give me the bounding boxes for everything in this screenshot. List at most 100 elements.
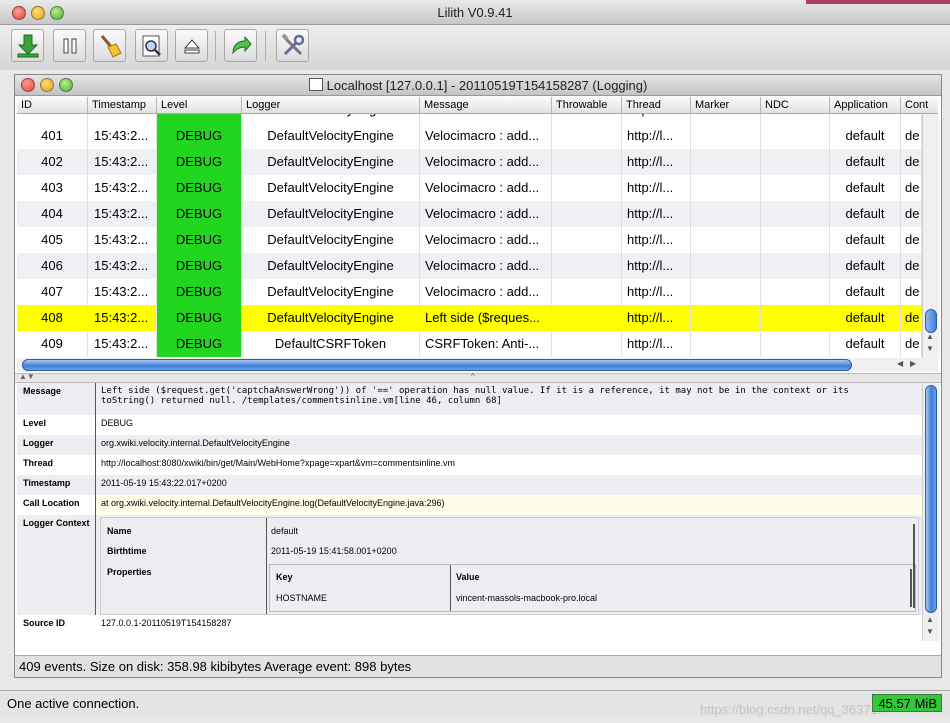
column-header-thread[interactable]: Thread	[622, 97, 691, 113]
window-title: Lilith V0.9.41	[437, 5, 513, 20]
cell-timestamp: 15:43:2...	[88, 253, 157, 279]
column-header-application[interactable]: Application	[830, 97, 901, 113]
find-button[interactable]	[135, 29, 168, 62]
table-row[interactable]: 401 15:43:2... DEBUG DefaultVelocityEngine V…	[17, 123, 922, 149]
scroll-up-arrow-icon[interactable]: ▲	[926, 615, 934, 624]
find-icon	[142, 35, 161, 56]
table-horizontal-scroll-thumb[interactable]	[22, 359, 852, 371]
cell-message: Velocimacro : add...	[420, 123, 552, 149]
context-label-birthtime: Birthtime	[107, 546, 147, 556]
cell-context: de	[901, 114, 922, 123]
properties-scrollbar[interactable]	[910, 569, 912, 607]
preferences-button[interactable]	[276, 29, 309, 62]
detail-label-source-id: Source ID	[23, 618, 66, 628]
pane-splitter[interactable]: ▲▼ ^	[15, 372, 941, 383]
table-row[interactable]: 403 15:43:2... DEBUG DefaultVelocityEngine V…	[17, 175, 922, 201]
reload-button[interactable]	[224, 29, 257, 62]
background-window-edge	[806, 0, 950, 4]
context-scrollbar[interactable]	[913, 524, 915, 608]
cell-message: CSRFToken: Anti-...	[420, 331, 552, 357]
pause-button[interactable]	[53, 29, 86, 62]
logging-window-title: Localhost [127.0.0.1] - 20110519T1541582…	[15, 78, 941, 93]
cell-context: de	[901, 279, 922, 305]
column-header-ndc[interactable]: NDC	[761, 97, 830, 113]
detail-label-timestamp: Timestamp	[17, 475, 96, 495]
cell-logger: DefaultCSRFToken	[242, 331, 420, 357]
properties-table: Key Value HOSTNAME vincent-massols-macbo…	[269, 564, 916, 612]
cell-thread: http://l...	[622, 114, 691, 123]
cell-marker	[691, 227, 761, 253]
cell-ndc	[761, 227, 830, 253]
clear-button[interactable]	[93, 29, 126, 62]
splitter-grip-icon[interactable]: ^	[471, 372, 475, 381]
pause-icon	[63, 38, 76, 53]
cell-logger: DefaultVelocityEngine	[242, 305, 420, 331]
table-horizontal-scrollbar[interactable]: ◀ ▶	[17, 358, 938, 372]
message-line-2: toString() returned null. /templates/com…	[101, 396, 502, 406]
column-header-logger[interactable]: Logger	[242, 97, 420, 113]
cell-marker	[691, 114, 761, 123]
cell-message: Velocimacro : add...	[420, 201, 552, 227]
cell-ndc	[761, 123, 830, 149]
cell-message: Velocimacro : add...	[420, 175, 552, 201]
property-key-hostname: HOSTNAME	[276, 593, 328, 603]
cell-logger: DefaultVelocityEngine	[242, 279, 420, 305]
scroll-down-arrow-icon[interactable]: ▼	[926, 627, 934, 636]
cell-context: de	[901, 201, 922, 227]
download-button[interactable]	[11, 29, 44, 62]
cell-throwable	[552, 175, 622, 201]
column-header-marker[interactable]: Marker	[691, 97, 761, 113]
cell-context: de	[901, 123, 922, 149]
cell-timestamp: 15:43:2...	[88, 149, 157, 175]
cell-level: DEBUG	[157, 279, 242, 305]
table-row[interactable]: 400 15:43:2... DEBUG DefaultVelocityEngi…	[17, 114, 922, 123]
column-header-throwable[interactable]: Throwable	[552, 97, 622, 113]
scroll-down-arrow-icon[interactable]: ▼	[926, 344, 934, 353]
cell-application: default	[830, 331, 901, 357]
cell-timestamp: 15:43:2...	[88, 175, 157, 201]
table-row[interactable]: 409 15:43:2... DEBUG DefaultCSRFToken CSRFTo…	[17, 331, 922, 357]
tools-icon	[280, 32, 304, 55]
column-header-timestamp[interactable]: Timestamp	[88, 97, 157, 113]
cell-context: de	[901, 175, 922, 201]
detail-value-source-id: 127.0.0.1-20110519T154158287	[101, 618, 232, 628]
cell-application: default	[830, 201, 901, 227]
cell-id: 407	[17, 279, 88, 305]
cell-message: Velocimacro : add...	[420, 227, 552, 253]
table-row[interactable]: 407 15:43:2... DEBUG DefaultVelocityEngine V…	[17, 279, 922, 305]
cell-throwable	[552, 123, 622, 149]
reload-arrow-icon	[231, 35, 252, 55]
table-vertical-scrollbar[interactable]: ▲ ▼	[922, 114, 939, 358]
cell-level: DEBUG	[157, 149, 242, 175]
table-row-selected[interactable]: 408 15:43:2... DEBUG DefaultVelocityEngine L…	[17, 305, 922, 331]
table-row[interactable]: 405 15:43:2... DEBUG DefaultVelocityEngine V…	[17, 227, 922, 253]
scroll-left-arrow-icon[interactable]: ◀	[897, 359, 903, 368]
column-header-level[interactable]: Level	[157, 97, 242, 113]
context-value-birthtime: 2011-05-19 15:41:58.001+0200	[271, 546, 397, 556]
column-header-context[interactable]: Cont	[901, 97, 938, 113]
details-vertical-scrollbar[interactable]: ▲ ▼	[922, 383, 939, 641]
table-row[interactable]: 402 15:43:2... DEBUG DefaultVelocityEngine V…	[17, 149, 922, 175]
cell-id: 405	[17, 227, 88, 253]
cell-logger: DefaultVelocityEngine	[242, 201, 420, 227]
table-row[interactable]: 406 15:43:2... DEBUG DefaultVelocityEngine V…	[17, 253, 922, 279]
cell-thread: http://l...	[622, 175, 691, 201]
memory-usage-indicator[interactable]: 45.57 MiB	[872, 694, 942, 712]
document-icon	[308, 78, 323, 91]
column-header-id[interactable]: ID	[17, 97, 88, 113]
cell-thread: http://l...	[622, 123, 691, 149]
logging-window-title-text: Localhost [127.0.0.1] - 20110519T1541582…	[326, 78, 648, 93]
cell-application: default	[830, 175, 901, 201]
details-scroll-thumb[interactable]	[925, 385, 937, 613]
scroll-up-arrow-icon[interactable]: ▲	[926, 332, 934, 341]
table-vertical-scroll-thumb[interactable]	[925, 309, 937, 333]
eject-button[interactable]	[175, 29, 208, 62]
collapse-arrows-icon[interactable]: ▲▼	[19, 372, 35, 381]
cell-ndc	[761, 331, 830, 357]
scroll-right-arrow-icon[interactable]: ▶	[910, 359, 916, 368]
context-label-name: Name	[107, 526, 132, 536]
column-header-message[interactable]: Message	[420, 97, 552, 113]
cell-application: default	[830, 123, 901, 149]
cell-message: Velocimacro : add...	[420, 279, 552, 305]
table-row[interactable]: 404 15:43:2... DEBUG DefaultVelocityEngine V…	[17, 201, 922, 227]
